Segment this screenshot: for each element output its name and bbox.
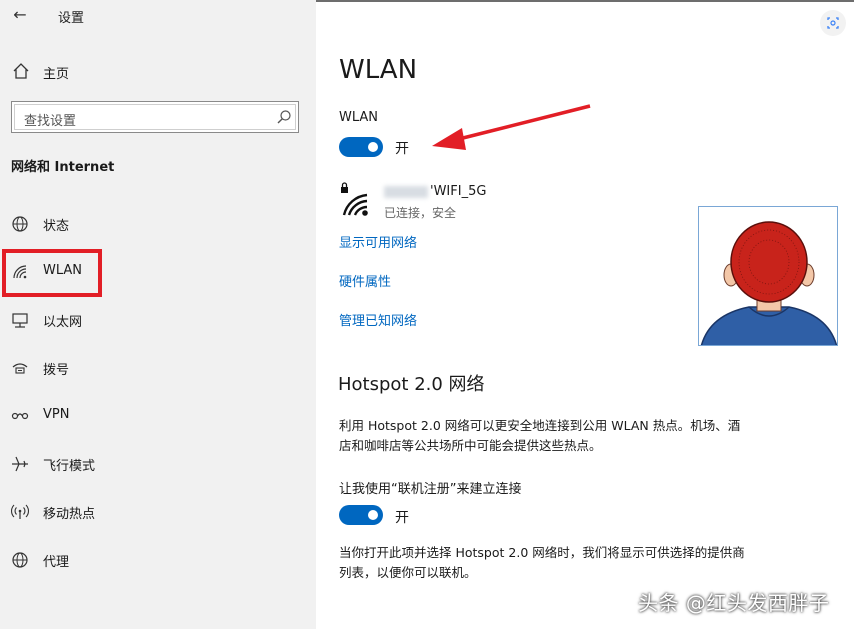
wifi-secured-icon <box>341 182 368 216</box>
online-signup-label: 让我使用“联机注册”来建立连接 <box>339 482 522 497</box>
sidebar-item-home[interactable]: 主页 <box>0 58 316 86</box>
hotspot-icon <box>10 504 30 519</box>
show-available-networks-link[interactable]: 显示可用网络 <box>339 232 417 251</box>
wlan-toggle-label: WLAN <box>339 110 379 125</box>
network-status: 已连接，安全 <box>384 206 457 220</box>
title-bar: ← 设置 <box>0 0 316 34</box>
red-haired-person-illustration <box>700 221 837 345</box>
sidebar-item-label: 以太网 <box>43 315 83 330</box>
sidebar: ← 设置 主页 查找设置 网络和 Internet 状态 WLAN 以太网 拨号… <box>0 0 316 629</box>
sidebar-item-label: 飞行模式 <box>43 459 96 474</box>
scan-icon <box>827 17 839 29</box>
online-signup-toggle-state: 开 <box>395 510 409 526</box>
screenshot-button[interactable] <box>820 10 846 36</box>
app-title: 设置 <box>58 11 85 26</box>
hardware-properties-link[interactable]: 硬件属性 <box>339 271 391 290</box>
sidebar-item-ethernet[interactable]: 以太网 <box>0 304 316 336</box>
online-signup-toggle[interactable] <box>339 505 383 525</box>
top-divider <box>316 0 854 2</box>
wlan-toggle[interactable] <box>339 137 383 157</box>
sidebar-item-vpn[interactable]: VPN <box>0 400 316 432</box>
hotspot-description: 利用 Hotspot 2.0 网络可以更安全地连接到公用 WLAN 热点。机场、… <box>339 418 741 453</box>
highlight-annotation-box <box>2 249 102 297</box>
search-icon[interactable] <box>276 109 292 125</box>
sidebar-item-dialup[interactable]: 拨号 <box>0 352 316 384</box>
back-button[interactable]: ← <box>10 4 30 26</box>
sidebar-item-label: 移动热点 <box>43 507 96 522</box>
section-title: 网络和 Internet <box>11 160 115 175</box>
toggle-knob <box>368 510 378 520</box>
page-title: WLAN <box>339 55 418 85</box>
redacted-ssid <box>384 185 428 198</box>
manage-known-networks-link[interactable]: 管理已知网络 <box>339 310 417 329</box>
sidebar-item-status[interactable]: 状态 <box>0 208 316 240</box>
ethernet-icon <box>12 313 28 328</box>
sidebar-item-label: 主页 <box>43 67 70 82</box>
network-name: 'WIFI_5G <box>384 184 486 199</box>
airplane-icon <box>12 456 28 472</box>
sidebar-item-label: VPN <box>43 407 70 422</box>
sidebar-item-proxy[interactable]: 代理 <box>0 544 316 576</box>
network-name-suffix: 'WIFI_5G <box>430 184 487 199</box>
dialup-icon <box>12 363 28 374</box>
search-placeholder: 查找设置 <box>24 114 77 129</box>
search-input[interactable]: 查找设置 <box>11 101 299 133</box>
toggle-knob <box>368 142 378 152</box>
avatar-image <box>698 206 838 346</box>
wlan-toggle-state: 开 <box>395 141 409 157</box>
watermark: 头条 @红头发西胖子 <box>638 591 830 615</box>
home-icon <box>13 63 29 79</box>
sidebar-item-label: 状态 <box>43 219 70 234</box>
hotspot-section-title: Hotspot 2.0 网络 <box>338 374 485 395</box>
sidebar-item-airplane[interactable]: 飞行模式 <box>0 448 316 480</box>
sidebar-item-label: 拨号 <box>43 363 70 378</box>
vpn-icon <box>11 412 29 420</box>
sidebar-item-label: 代理 <box>43 555 70 570</box>
sidebar-item-hotspot[interactable]: 移动热点 <box>0 496 316 528</box>
hotspot-note: 当你打开此项并选择 Hotspot 2.0 网络时，我们将显示可供选择的提供商 … <box>339 545 745 580</box>
globe-icon <box>12 552 28 568</box>
status-globe-icon <box>12 216 28 232</box>
